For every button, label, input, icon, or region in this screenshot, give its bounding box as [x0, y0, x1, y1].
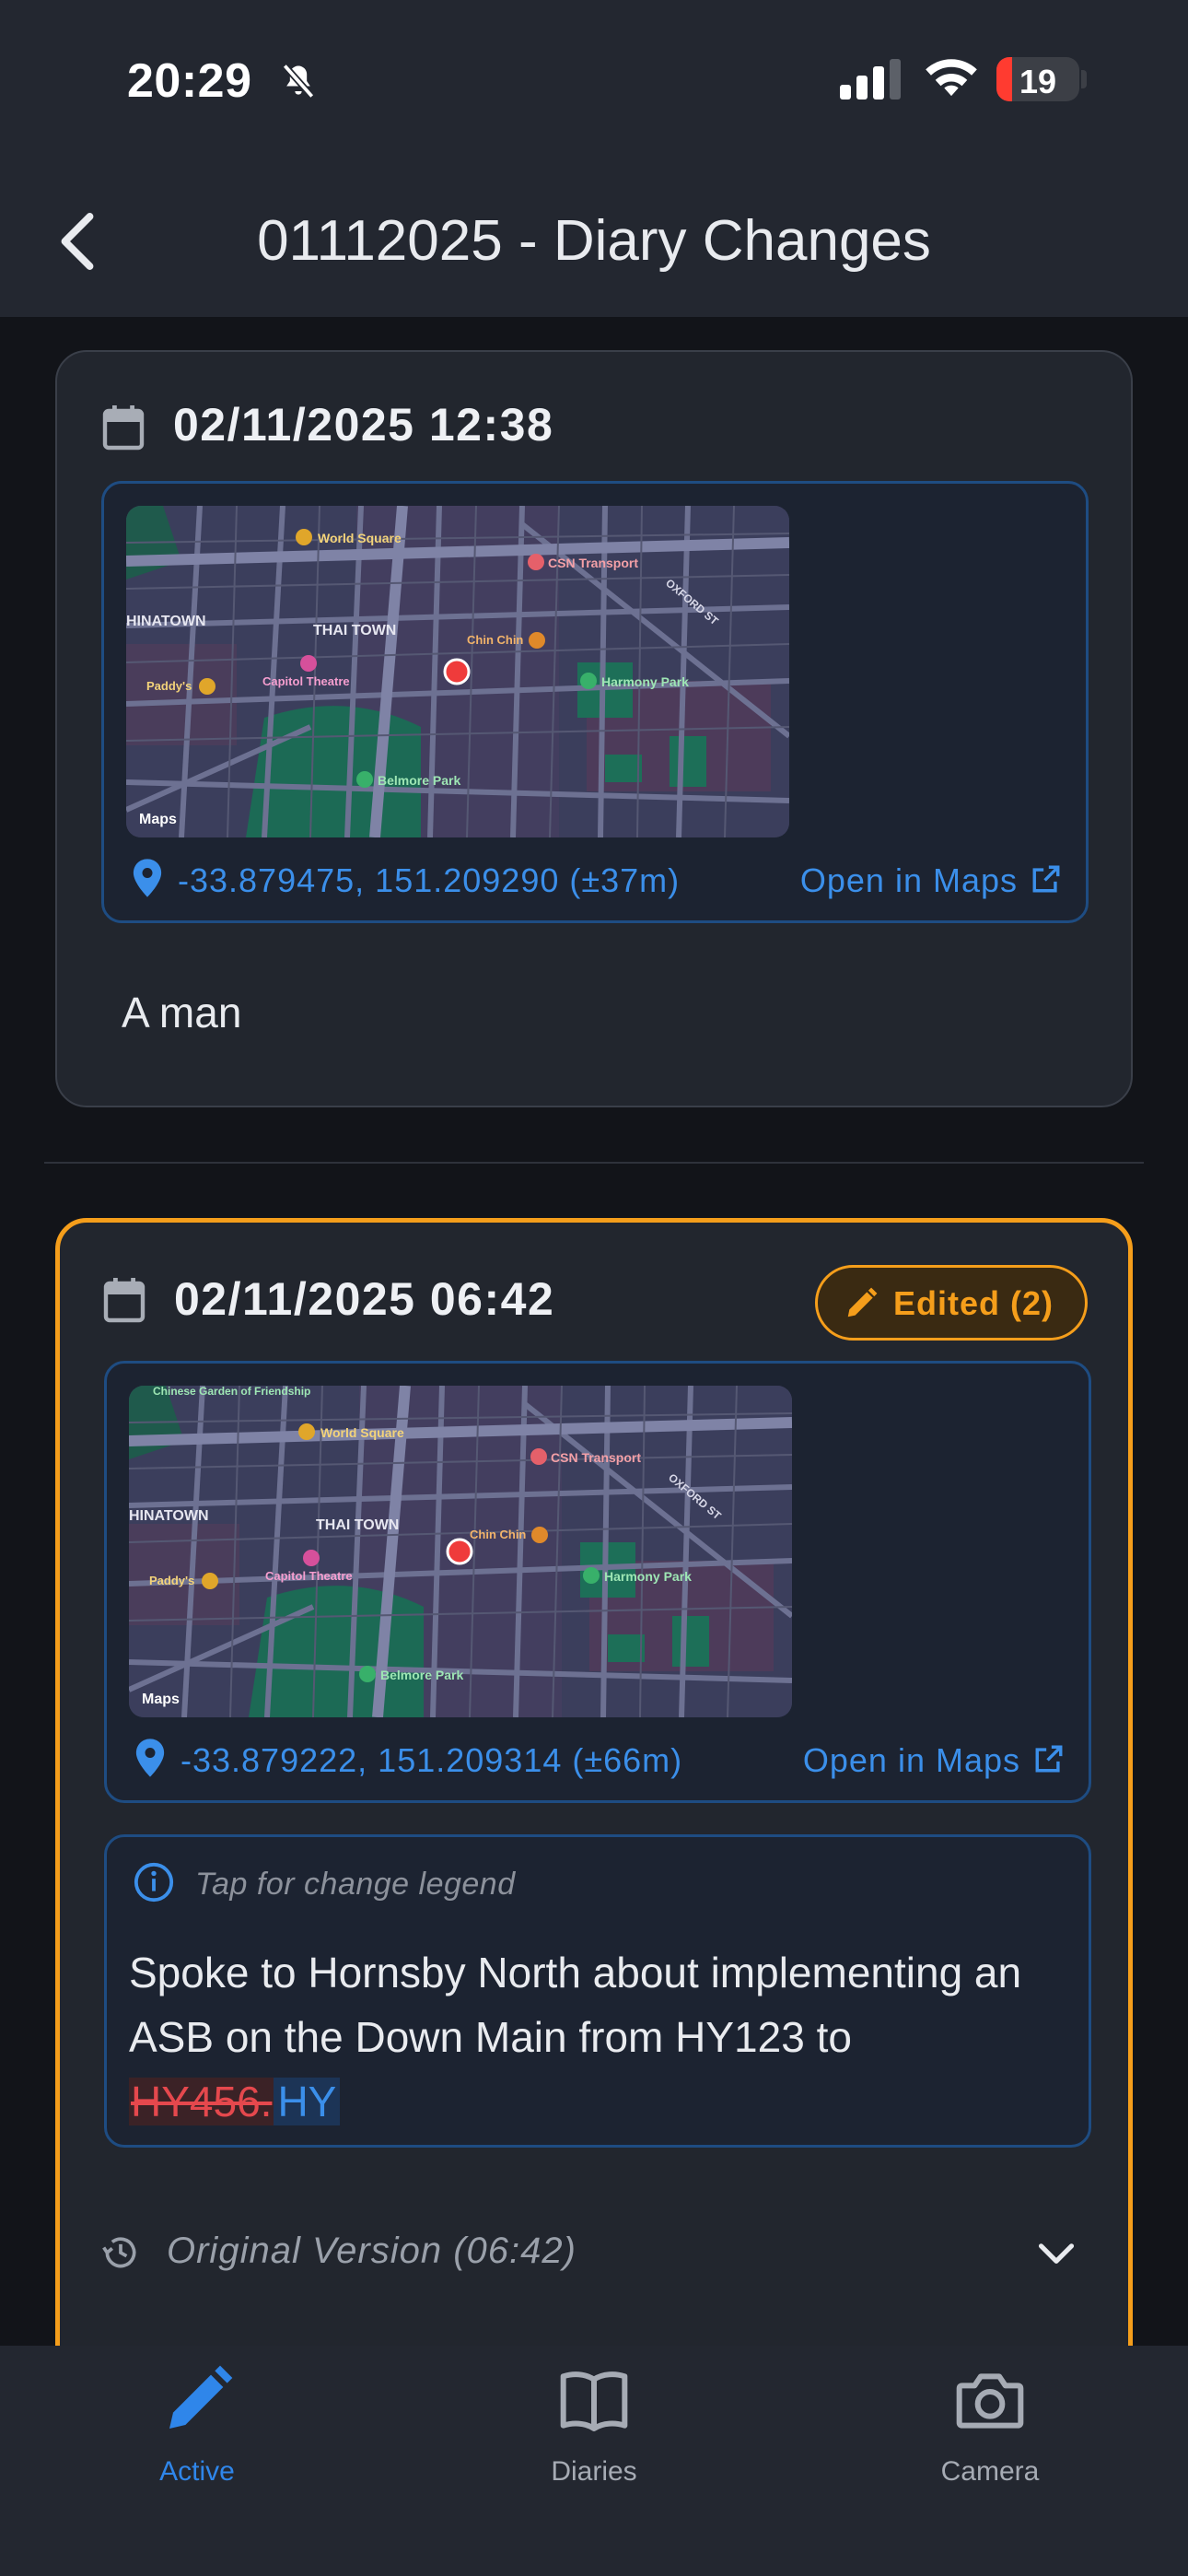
entry-datetime: 02/11/2025 06:42: [174, 1273, 555, 1325]
diff-text: Spoke to Hornsby North about implementin…: [129, 1940, 1068, 2134]
svg-text:Chin Chin: Chin Chin: [467, 633, 523, 647]
svg-text:CSN Transport: CSN Transport: [548, 556, 638, 570]
status-time: 20:29: [127, 54, 252, 108]
svg-text:HINATOWN: HINATOWN: [126, 614, 206, 629]
open-in-maps-link[interactable]: Open in Maps: [803, 1741, 1020, 1780]
location-panel: World Square CSN Transport OXFORD ST HIN…: [101, 481, 1089, 923]
svg-text:World Square: World Square: [320, 1425, 404, 1440]
location-panel: Chinese Garden of Friendship World Squar…: [104, 1361, 1091, 1803]
open-in-maps-link[interactable]: Open in Maps: [800, 861, 1018, 900]
location-pin-icon: [135, 1739, 165, 1777]
external-link-icon[interactable]: [1033, 1743, 1065, 1774]
tab-camera[interactable]: Camera: [852, 2346, 1128, 2530]
page-title: 01112025 - Diary Changes: [257, 209, 931, 273]
svg-text:Harmony Park: Harmony Park: [601, 674, 689, 689]
svg-text:Paddy's: Paddy's: [146, 679, 192, 693]
pencil-icon: [847, 1287, 878, 1317]
unchanged-text: Spoke to Hornsby North about implementin…: [129, 1949, 1022, 2061]
original-version-label: Original Version (06:42): [167, 2231, 577, 2271]
map-thumbnail[interactable]: Chinese Garden of Friendship World Squar…: [129, 1386, 792, 1717]
info-icon[interactable]: [133, 1861, 175, 1903]
history-icon: [102, 2237, 136, 2268]
external-link-icon[interactable]: [1031, 863, 1062, 895]
cellular-signal-icon: [840, 59, 901, 100]
svg-text:Chinese Garden of Friendship: Chinese Garden of Friendship: [153, 1386, 310, 1398]
location-pin-marker: [443, 658, 471, 685]
entry-note: A man: [122, 989, 242, 1036]
battery-indicator: 19: [996, 57, 1079, 101]
change-legend-hint[interactable]: Tap for change legend: [195, 1867, 516, 1903]
top-bar: 20:29 19 01112025 - Diary Changes: [0, 0, 1188, 317]
map-label: World Square: [318, 531, 402, 545]
svg-text:HINATOWN: HINATOWN: [129, 1508, 209, 1524]
diary-entry-card-edited[interactable]: 02/11/2025 06:42 Edited (2) Chinese Gard…: [55, 1218, 1133, 2416]
svg-text:THAI TOWN: THAI TOWN: [313, 623, 396, 638]
svg-text:Capitol Theatre: Capitol Theatre: [265, 1569, 353, 1583]
svg-text:Paddy's: Paddy's: [149, 1574, 194, 1587]
edited-badge[interactable]: Edited (2): [815, 1265, 1088, 1341]
chevron-down-icon[interactable]: [1036, 2236, 1077, 2273]
diary-entry-card[interactable]: 02/11/2025 12:38 World Square CSN Transp…: [55, 350, 1133, 1107]
entry-datetime: 02/11/2025 12:38: [173, 399, 554, 451]
coordinates: -33.879475, 151.209290 (±37m): [178, 861, 681, 899]
battery-percentage: 19: [1019, 63, 1057, 100]
deleted-text: HY456.: [129, 2078, 274, 2125]
battery-tip: [1081, 70, 1087, 88]
svg-text:THAI TOWN: THAI TOWN: [316, 1517, 399, 1533]
map-thumbnail[interactable]: World Square CSN Transport OXFORD ST HIN…: [126, 506, 789, 837]
original-version-toggle[interactable]: Original Version (06:42): [100, 2227, 1095, 2291]
svg-text:Belmore Park: Belmore Park: [380, 1668, 463, 1682]
svg-text:Harmony Park: Harmony Park: [604, 1569, 692, 1584]
coordinates: -33.879222, 151.209314 (±66m): [181, 1741, 683, 1779]
divider: [44, 1162, 1144, 1164]
svg-text:Maps: Maps: [139, 812, 177, 827]
svg-text:Chin Chin: Chin Chin: [470, 1528, 526, 1541]
tab-active[interactable]: Active: [59, 2346, 335, 2530]
svg-text:CSN Transport: CSN Transport: [551, 1450, 641, 1465]
svg-text:Belmore Park: Belmore Park: [378, 773, 460, 788]
location-pin-marker: [446, 1538, 473, 1565]
svg-text:Capitol Theatre: Capitol Theatre: [262, 674, 350, 688]
book-icon: [560, 2371, 628, 2431]
wifi-icon: [926, 59, 977, 97]
svg-text:Maps: Maps: [142, 1692, 180, 1707]
calendar-icon: [102, 405, 145, 451]
tab-diaries[interactable]: Diaries: [456, 2346, 732, 2530]
tab-label: Camera: [940, 2456, 1040, 2487]
pencil-icon: [169, 2365, 233, 2429]
change-diff-panel[interactable]: Tap for change legend Spoke to Hornsby N…: [104, 1834, 1091, 2148]
calendar-icon: [103, 1278, 146, 1323]
tab-label: Active: [159, 2456, 235, 2487]
tab-label: Diaries: [551, 2456, 637, 2487]
camera-icon: [956, 2373, 1024, 2429]
location-pin-icon: [133, 859, 162, 897]
bottom-tab-bar: Active Diaries Camera: [0, 2346, 1188, 2576]
inserted-text: HY: [274, 2078, 341, 2125]
edited-badge-label: Edited (2): [893, 1284, 1054, 1322]
bell-off-icon: [282, 64, 315, 99]
